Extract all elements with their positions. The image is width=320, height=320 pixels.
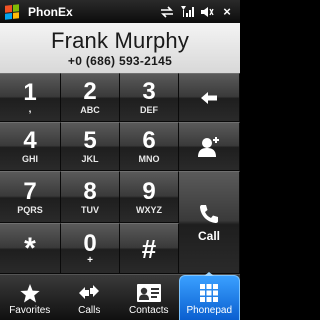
key-letters: TUV bbox=[81, 204, 99, 215]
backspace-button[interactable] bbox=[179, 73, 240, 122]
windows-start-button[interactable] bbox=[0, 0, 24, 23]
tab-label: Contacts bbox=[129, 305, 169, 316]
key-3[interactable]: 3 DEF bbox=[120, 73, 179, 122]
contact-header: Frank Murphy +0 (686) 593-2145 bbox=[0, 23, 240, 73]
sync-icon[interactable] bbox=[160, 5, 174, 19]
tab-label: Favorites bbox=[9, 305, 51, 316]
key-digit: * bbox=[24, 231, 36, 265]
key-0[interactable]: 0 + bbox=[61, 223, 120, 274]
key-digit: 9 bbox=[142, 177, 156, 205]
key-7[interactable]: 7 PQRS bbox=[0, 171, 61, 223]
key-letters: DEF bbox=[140, 105, 158, 115]
windows-start-icon bbox=[5, 3, 19, 20]
tab-label: Calls bbox=[78, 305, 101, 316]
tab-contacts[interactable]: Contacts bbox=[119, 275, 179, 320]
key-1[interactable]: 1 , bbox=[0, 73, 61, 122]
title-bar: PhonEx × bbox=[0, 0, 240, 23]
key-digit: 0 bbox=[83, 229, 97, 257]
add-contact-button[interactable] bbox=[179, 122, 240, 171]
keypad-grid-icon bbox=[199, 281, 219, 305]
keypad: 1 , 2 ABC 3 DEF 4 GHI 5 JKL 6 MNO 7 PQRS bbox=[0, 73, 240, 274]
key-digit: # bbox=[141, 233, 157, 264]
tab-phonepad[interactable]: Phonepad bbox=[178, 275, 240, 320]
tab-label: Phonepad bbox=[186, 305, 233, 316]
tab-favorites[interactable]: Favorites bbox=[0, 275, 60, 320]
key-star[interactable]: * bbox=[0, 223, 61, 274]
key-5[interactable]: 5 JKL bbox=[61, 122, 120, 171]
call-label: Call bbox=[197, 228, 220, 243]
key-digit: 5 bbox=[83, 127, 97, 154]
phone-handset-icon bbox=[200, 204, 218, 223]
key-hash[interactable]: # bbox=[120, 223, 179, 274]
key-4[interactable]: 4 GHI bbox=[0, 122, 61, 171]
key-letters: PQRS bbox=[17, 204, 43, 215]
key-9[interactable]: 9 WXYZ bbox=[120, 171, 179, 223]
key-2[interactable]: 2 ABC bbox=[61, 73, 120, 122]
key-digit: 8 bbox=[83, 177, 97, 205]
key-digit: 1 bbox=[23, 78, 37, 106]
close-icon[interactable]: × bbox=[220, 4, 234, 19]
tab-bar: Favorites Calls Contacts Phonepad bbox=[0, 274, 240, 320]
call-button[interactable]: Call bbox=[179, 171, 240, 274]
key-letters: GHI bbox=[21, 154, 38, 164]
key-digit: 4 bbox=[23, 127, 37, 154]
key-letters: WXYZ bbox=[136, 204, 162, 215]
signal-icon[interactable] bbox=[180, 5, 194, 19]
contact-name: Frank Murphy bbox=[50, 28, 190, 53]
star-icon bbox=[19, 281, 41, 305]
key-digit: 7 bbox=[23, 177, 37, 205]
tab-calls[interactable]: Calls bbox=[60, 275, 120, 320]
speaker-icon[interactable] bbox=[200, 5, 214, 19]
app-title: PhonEx bbox=[28, 4, 73, 19]
contact-number: +0 (686) 593-2145 bbox=[67, 54, 173, 68]
key-8[interactable]: 8 TUV bbox=[61, 171, 120, 223]
key-letters: MNO bbox=[138, 154, 160, 164]
key-letters: + bbox=[87, 254, 93, 266]
add-contact-icon bbox=[198, 136, 219, 157]
key-digit: 2 bbox=[83, 78, 97, 105]
contact-card-icon bbox=[136, 281, 162, 305]
key-letters: , bbox=[28, 103, 32, 115]
calls-arrows-icon bbox=[77, 281, 101, 305]
key-digit: 3 bbox=[142, 78, 156, 105]
key-6[interactable]: 6 MNO bbox=[120, 122, 179, 171]
key-digit: 6 bbox=[142, 127, 156, 154]
key-letters: ABC bbox=[80, 105, 100, 115]
backspace-arrow-icon bbox=[201, 91, 217, 104]
key-letters: JKL bbox=[81, 154, 99, 164]
